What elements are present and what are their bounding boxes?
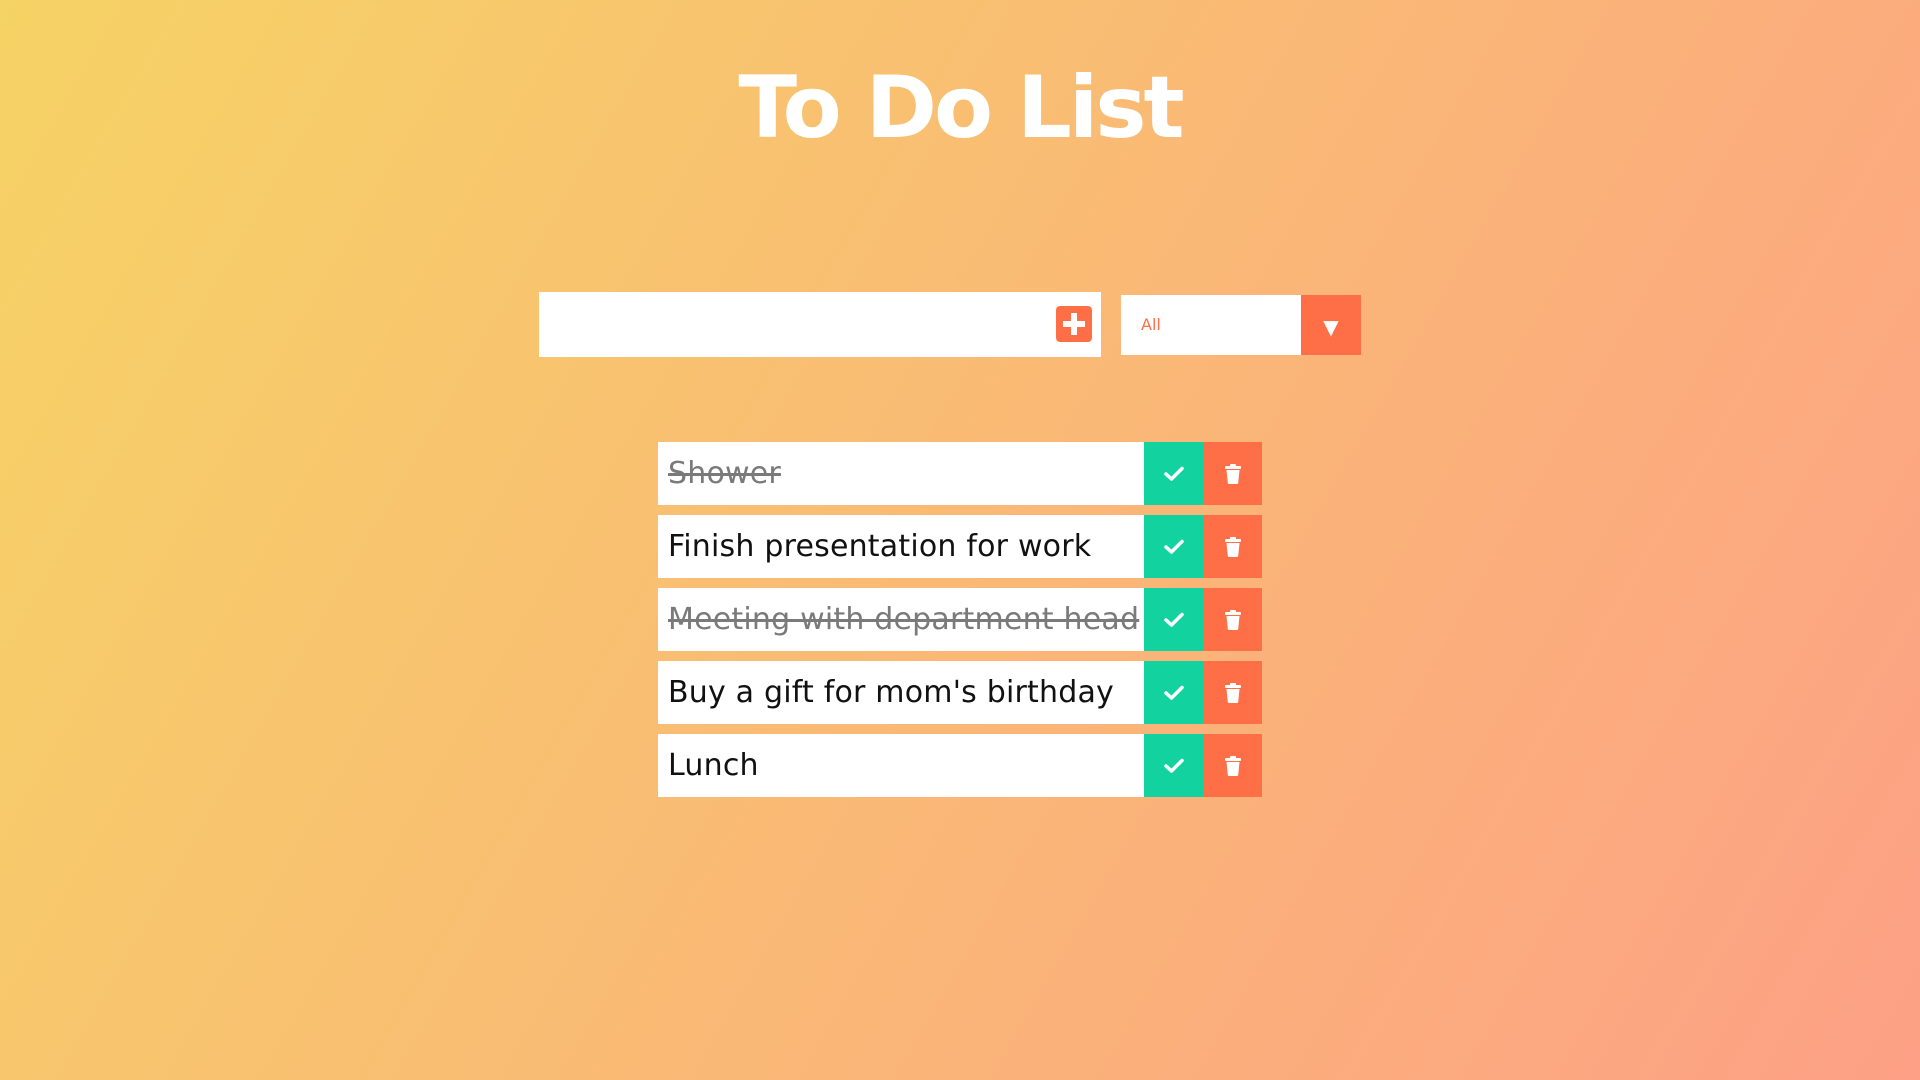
todo-item: Finish presentation for work [658, 515, 1262, 578]
trash-icon [1225, 755, 1241, 776]
todo-text: Shower [668, 456, 781, 491]
trash-icon [1225, 682, 1241, 703]
add-todo-button[interactable] [1056, 306, 1092, 342]
plus-icon-bar [1063, 321, 1085, 327]
check-icon [1164, 466, 1184, 481]
todo-text: Finish presentation for work [668, 529, 1092, 564]
delete-button[interactable] [1204, 588, 1262, 651]
check-icon [1164, 612, 1184, 627]
complete-button[interactable] [1144, 515, 1204, 578]
page-title: To Do List [738, 58, 1184, 158]
todo-item: Lunch [658, 734, 1262, 797]
check-icon [1164, 539, 1184, 554]
delete-button[interactable] [1204, 661, 1262, 724]
todo-input-container [539, 292, 1101, 357]
todo-list: Shower Finish presentation for work Meet… [658, 442, 1262, 807]
todo-item: Buy a gift for mom's birthday [658, 661, 1262, 724]
complete-button[interactable] [1144, 734, 1204, 797]
delete-button[interactable] [1204, 442, 1262, 505]
trash-icon [1225, 609, 1241, 630]
trash-icon [1225, 463, 1241, 484]
todo-input[interactable] [539, 292, 1049, 357]
chevron-down-icon[interactable]: ▼ [1301, 295, 1361, 355]
complete-button[interactable] [1144, 588, 1204, 651]
filter-selected-value: All [1141, 315, 1161, 334]
complete-button[interactable] [1144, 442, 1204, 505]
filter-select[interactable]: All ▼ [1121, 295, 1361, 355]
trash-icon [1225, 536, 1241, 557]
complete-button[interactable] [1144, 661, 1204, 724]
todo-text: Lunch [668, 748, 759, 783]
todo-text: Meeting with department head [668, 602, 1140, 637]
check-icon [1164, 685, 1184, 700]
todo-text: Buy a gift for mom's birthday [668, 675, 1114, 710]
todo-item: Meeting with department head [658, 588, 1262, 651]
delete-button[interactable] [1204, 734, 1262, 797]
delete-button[interactable] [1204, 515, 1262, 578]
todo-item: Shower [658, 442, 1262, 505]
check-icon [1164, 758, 1184, 773]
